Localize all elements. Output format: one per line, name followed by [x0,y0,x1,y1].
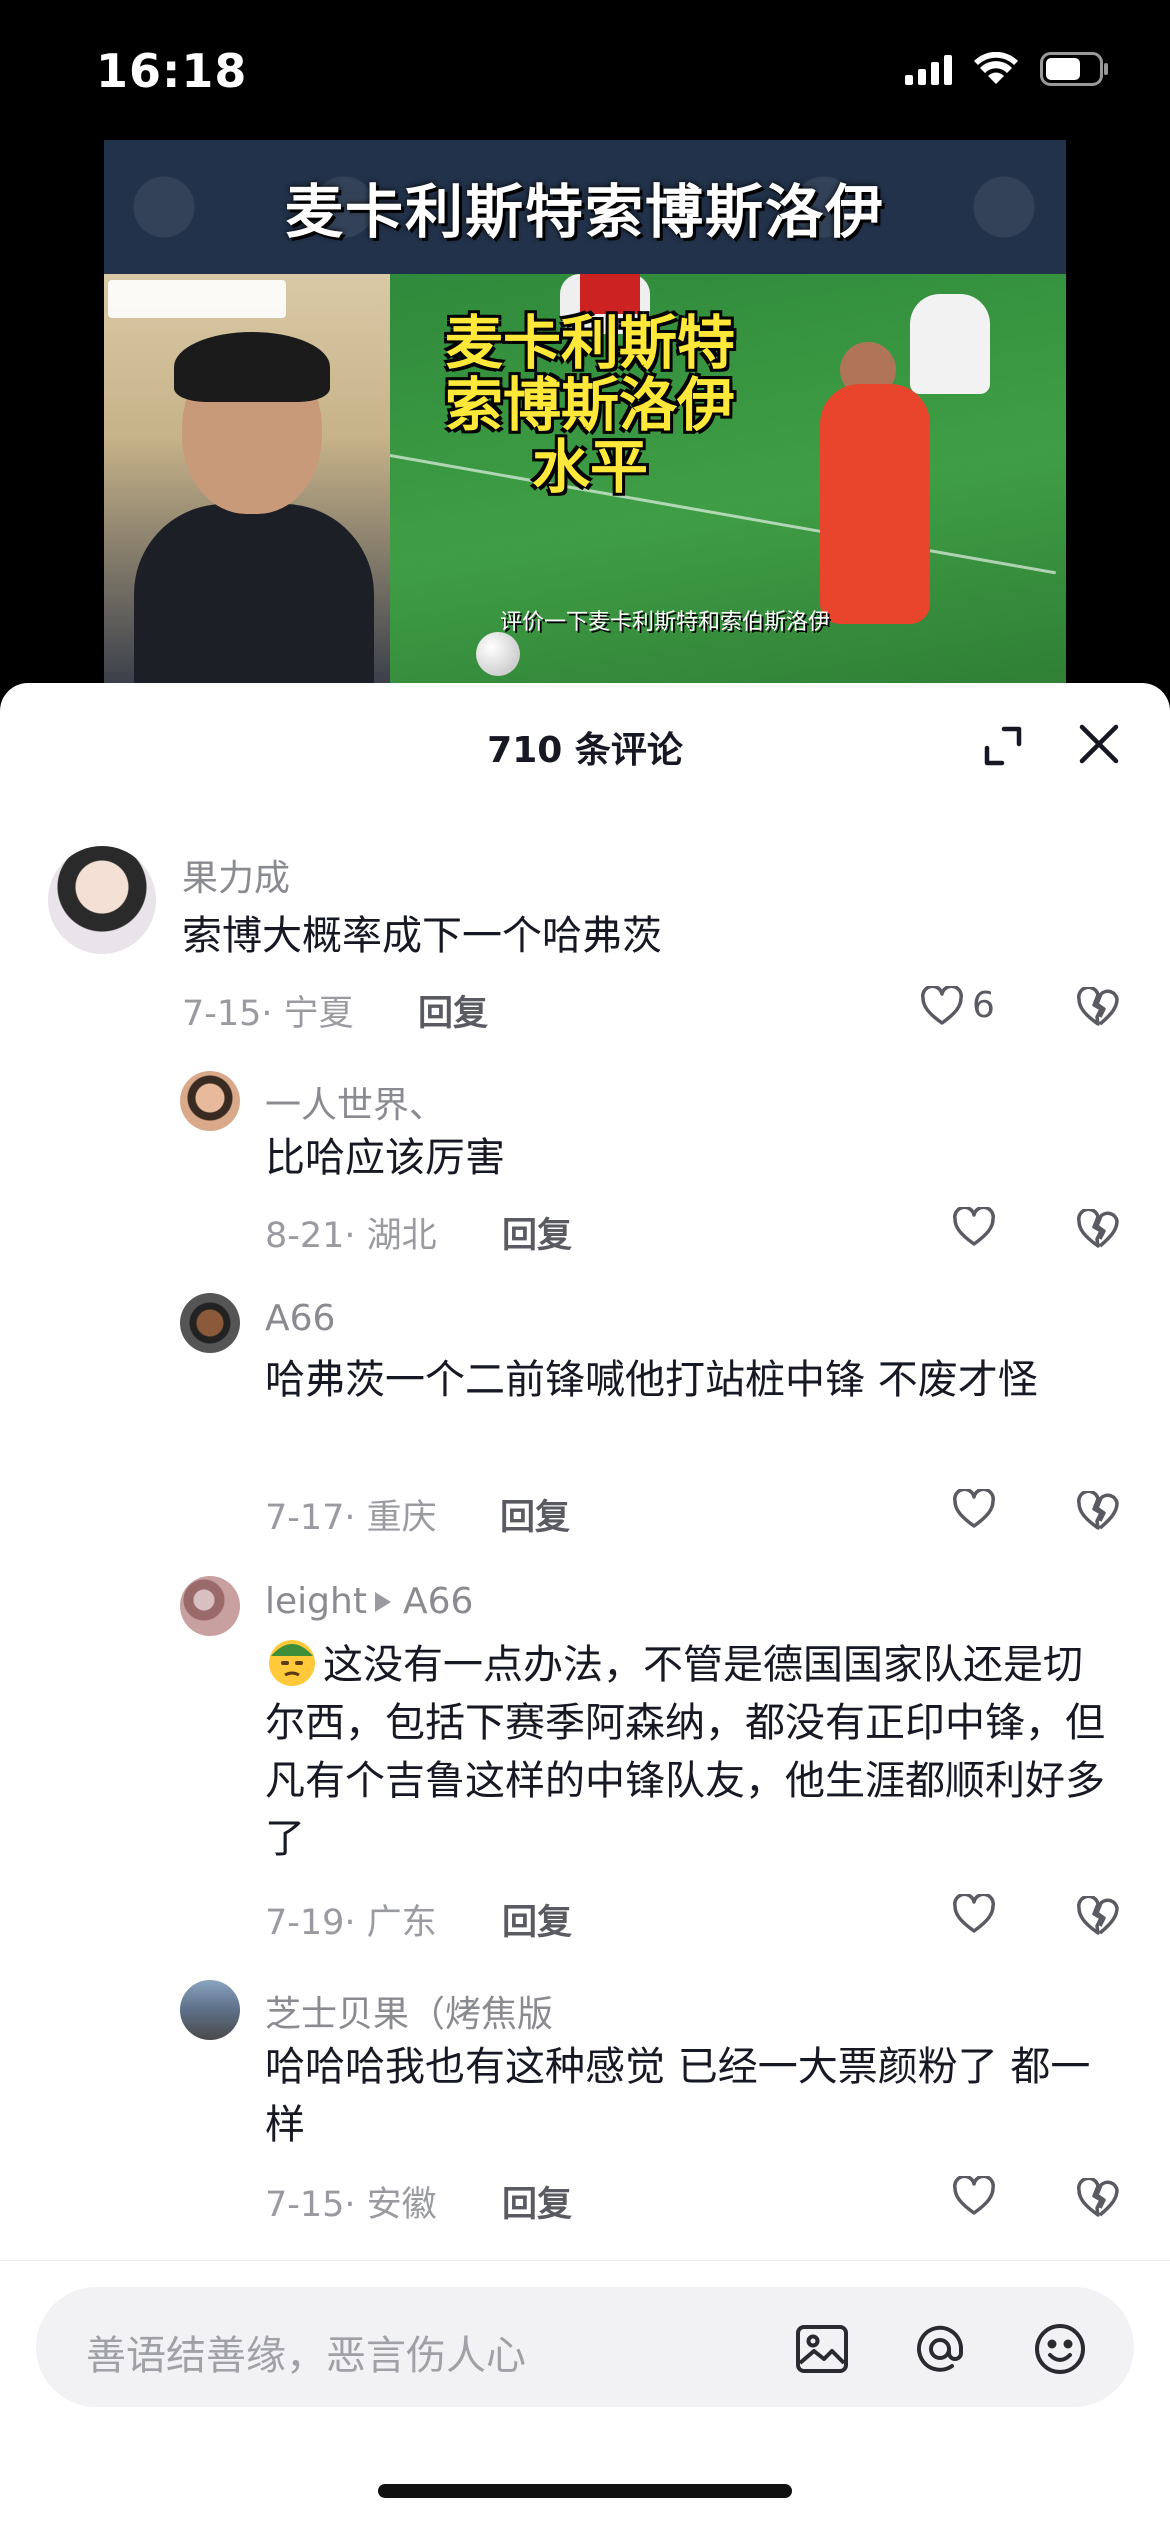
comment-author[interactable]: leight A66 [265,1581,473,1622]
like-button[interactable] [952,1489,996,1529]
comment-date-location: 7-15· 宁夏 [182,994,354,1034]
streamer-hair [174,332,330,402]
overlay-title-line: 索博斯洛伊 [444,371,735,439]
comment-date-location: 8-21· 湖北 [265,1216,437,1256]
comment-date-location: 7-19· 广东 [265,1903,437,1943]
comments-sheet: 710 条评论 果力成 索博大概率成下一个哈弗茨 7-15· 宁夏 回复 6 一… [0,683,1170,2532]
avatar[interactable] [180,1293,240,1353]
comment-author[interactable]: 一人世界、 [265,1076,445,1128]
heart-icon [953,1489,995,1528]
heart-icon [953,2176,995,2215]
avatar[interactable] [180,1980,240,2040]
dislike-button[interactable] [1076,1894,1120,1940]
wifi-icon [974,52,1018,86]
comment-text-body: 这没有一点办法，不管是德国国家队还是切尔西，包括下赛季阿森纳，都没有正印中锋，但… [265,1642,1105,1862]
comment-date-location: 7-15· 安徽 [265,2185,437,2225]
comment-text[interactable]: 哈弗茨一个二前锋喊他打站桩中锋 不废才怪 [265,1351,1115,1409]
comment-date-location: 7-17· 重庆 [265,1498,437,1538]
dislike-button[interactable] [1076,1207,1120,1253]
player-figure [820,384,930,624]
overlay-title-line: 麦卡利斯特 [444,309,735,377]
heart-icon [953,1207,995,1246]
player-figure [910,294,990,394]
reply-button[interactable]: 回复 [502,2176,572,2227]
video-player[interactable]: 麦卡利斯特索博斯洛伊 麦卡利斯特 索博斯洛伊 水平 评价一下麦卡利斯特和索伯斯洛… [104,140,1066,685]
broken-heart-icon [1077,1894,1119,1935]
comment-author[interactable]: 果力成 [182,849,290,901]
reply-button[interactable]: 回复 [500,1489,570,1540]
comment-text[interactable]: 索博大概率成下一个哈弗茨 [182,907,1082,965]
video-subtitle: 评价一下麦卡利斯特和索伯斯洛伊 [500,610,831,635]
dislike-button[interactable] [1076,2176,1120,2222]
comment-input[interactable]: 善语结善缘，恶言伤人心 [36,2287,1134,2407]
status-bar: 16:18 [0,0,1170,140]
avatar[interactable] [180,1071,240,1131]
status-icons [905,52,1110,86]
streamer-tag [108,280,286,318]
video-banner-title: 麦卡利斯特索博斯洛伊 [284,178,885,246]
image-icon[interactable] [794,2321,850,2377]
dislike-button[interactable] [1076,1489,1120,1535]
signal-icon [905,53,952,85]
expand-icon[interactable] [978,721,1028,771]
like-button[interactable]: 6 [920,985,995,1026]
reply-button[interactable]: 回复 [418,985,488,1036]
video-overlay-title: 麦卡利斯特 索博斯洛伊 水平 [410,312,770,498]
comment-text[interactable]: 这没有一点办法，不管是德国国家队还是切尔西，包括下赛季阿森纳，都没有正印中锋，但… [265,1634,1115,1868]
heart-icon [953,1894,995,1933]
like-button[interactable] [952,1207,996,1247]
player-figure [580,274,640,314]
reply-to-arrow-icon [374,1592,391,1612]
broken-heart-icon [1077,985,1119,1026]
annoyed-face-emoji-icon [269,1640,315,1686]
reply-button[interactable]: 回复 [502,1894,572,1945]
like-button[interactable] [952,1894,996,1934]
like-button[interactable] [952,2176,996,2216]
comment-author[interactable]: 芝士贝果（烤焦版 [265,1985,553,2037]
dislike-button[interactable] [1076,985,1120,1031]
emoji-icon[interactable] [1032,2321,1088,2377]
broken-heart-icon [1077,1489,1119,1530]
streamer-camera [104,274,390,685]
home-indicator [378,2484,792,2498]
reply-button[interactable]: 回复 [502,1207,572,1258]
mention-icon[interactable] [912,2321,968,2377]
comment-text[interactable]: 哈哈哈我也有这种感觉 已经一大票颜粉了 都一样 [265,2038,1125,2154]
heart-icon [921,985,963,1025]
live-chat-overlay [108,595,348,685]
status-time: 16:18 [96,44,248,98]
battery-icon [1040,52,1110,86]
overlay-title-line: 水平 [531,433,648,501]
football-pitch-image: 麦卡利斯特 索博斯洛伊 水平 评价一下麦卡利斯特和索伯斯洛伊 [389,274,1066,685]
broken-heart-icon [1077,1207,1119,1248]
comment-input-placeholder: 善语结善缘，恶言伤人心 [86,2333,526,2379]
reply-to-name[interactable]: A66 [403,1581,473,1622]
football [476,632,520,676]
comment-author[interactable]: A66 [265,1298,335,1339]
like-count: 6 [972,985,995,1026]
avatar[interactable] [180,1576,240,1636]
close-icon[interactable] [1074,719,1124,769]
video-banner: 麦卡利斯特索博斯洛伊 [104,140,1066,274]
comment-text[interactable]: 比哈应该厉害 [265,1129,1105,1187]
broken-heart-icon [1077,2176,1119,2217]
author-name[interactable]: leight [265,1581,367,1622]
avatar[interactable] [48,846,156,954]
comments-header: 710 条评论 [0,683,1170,803]
